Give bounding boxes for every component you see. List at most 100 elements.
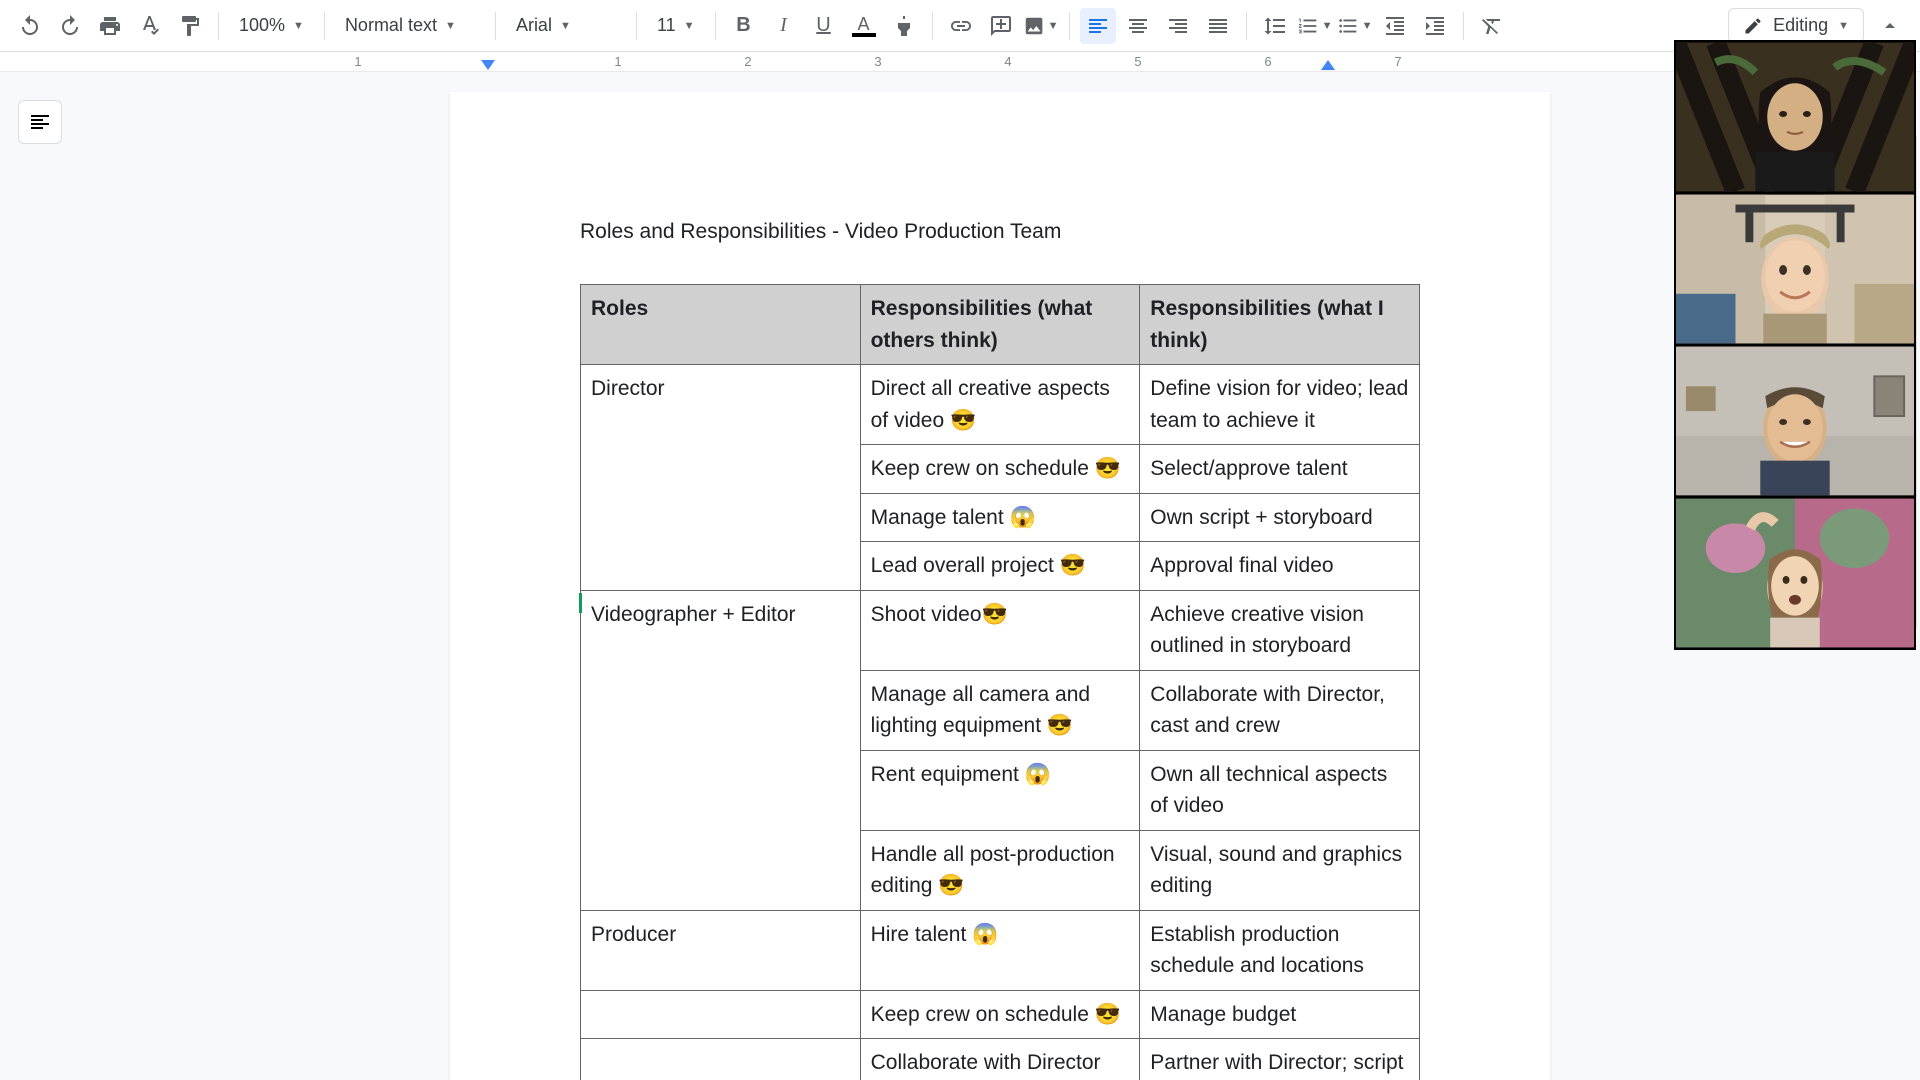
- document-title[interactable]: Roles and Responsibilities - Video Produ…: [580, 220, 1420, 244]
- table-cell[interactable]: Collaborate with Director and crew 😎: [860, 1039, 1140, 1080]
- ruler-tick: 3: [874, 54, 881, 69]
- mode-dropdown[interactable]: Editing ▼: [1728, 8, 1864, 43]
- ruler-tick: 2: [744, 54, 751, 69]
- table-row[interactable]: Collaborate with Director and crew 😎Part…: [581, 1039, 1420, 1080]
- header-mine[interactable]: Responsibilities (what I think): [1140, 285, 1420, 365]
- table-cell[interactable]: Establish production schedule and locati…: [1140, 910, 1420, 990]
- pencil-icon: [1743, 16, 1763, 36]
- header-roles[interactable]: Roles: [581, 285, 861, 365]
- table-cell[interactable]: Select/approve talent: [1140, 445, 1420, 494]
- ruler-tick: 7: [1394, 54, 1401, 69]
- separator: [1069, 12, 1070, 40]
- align-center-button[interactable]: [1120, 8, 1156, 44]
- style-value: Normal text: [345, 15, 437, 36]
- outline-icon: [28, 110, 52, 134]
- video-tile-2[interactable]: [1676, 194, 1914, 344]
- video-tile-1[interactable]: [1676, 42, 1914, 192]
- video-call-overlay[interactable]: [1674, 40, 1916, 650]
- image-button[interactable]: ▼: [1023, 8, 1059, 44]
- paint-format-button[interactable]: [172, 8, 208, 44]
- left-rail: [0, 72, 80, 1080]
- table-cell[interactable]: Hire talent 😱: [860, 910, 1140, 990]
- table-row[interactable]: DirectorDirect all creative aspects of v…: [581, 365, 1420, 445]
- table-row[interactable]: Keep crew on schedule 😎Manage budget: [581, 990, 1420, 1039]
- redo-button[interactable]: [52, 8, 88, 44]
- ruler-tick: 5: [1134, 54, 1141, 69]
- table-cell[interactable]: Define vision for video; lead team to ac…: [1140, 365, 1420, 445]
- link-button[interactable]: [943, 8, 979, 44]
- table-cell[interactable]: Producer: [581, 910, 861, 990]
- separator: [324, 12, 325, 40]
- bold-button[interactable]: B: [726, 8, 762, 44]
- roles-table[interactable]: Roles Responsibilities (what others thin…: [580, 284, 1420, 1080]
- page-area[interactable]: Roles and Responsibilities - Video Produ…: [80, 72, 1920, 1080]
- video-tile-4[interactable]: [1676, 498, 1914, 648]
- page[interactable]: Roles and Responsibilities - Video Produ…: [450, 92, 1550, 1080]
- caret-icon: ▼: [1322, 20, 1333, 32]
- numbered-list-button[interactable]: ▼: [1297, 8, 1333, 44]
- comment-button[interactable]: [983, 8, 1019, 44]
- align-left-button[interactable]: [1080, 8, 1116, 44]
- table-cell[interactable]: Own all technical aspects of video: [1140, 750, 1420, 830]
- table-cell[interactable]: Director: [581, 365, 861, 591]
- table-cell[interactable]: Manage talent 😱: [860, 493, 1140, 542]
- caret-icon: ▼: [1048, 20, 1059, 32]
- zoom-dropdown[interactable]: 100% ▼: [229, 8, 314, 44]
- table-cell[interactable]: Shoot video😎: [860, 590, 1140, 670]
- indent-marker-end[interactable]: [1321, 60, 1335, 70]
- table-cell[interactable]: Lead overall project 😎: [860, 542, 1140, 591]
- fontsize-value: 11: [657, 15, 676, 36]
- text-color-button[interactable]: A: [846, 8, 882, 44]
- undo-button[interactable]: [12, 8, 48, 44]
- table-cell[interactable]: Collaborate with Director, cast and crew: [1140, 670, 1420, 750]
- underline-button[interactable]: U: [806, 8, 842, 44]
- header-others[interactable]: Responsibilities (what others think): [860, 285, 1140, 365]
- ruler-tick: 4: [1004, 54, 1011, 69]
- style-dropdown[interactable]: Normal text▼: [335, 8, 485, 44]
- table-cell[interactable]: Keep crew on schedule 😎: [860, 990, 1140, 1039]
- indent-marker-start[interactable]: [481, 60, 495, 70]
- mode-label: Editing: [1773, 15, 1828, 36]
- table-cell[interactable]: Own script + storyboard: [1140, 493, 1420, 542]
- clear-format-button[interactable]: [1474, 8, 1510, 44]
- indent-decrease-button[interactable]: [1377, 8, 1413, 44]
- zoom-value: 100%: [239, 15, 285, 36]
- ruler-tick: 6: [1264, 54, 1271, 69]
- ruler: 1 1 2 3 4 5 6 7: [0, 52, 1920, 72]
- table-cell[interactable]: Manage all camera and lighting equipment…: [860, 670, 1140, 750]
- italic-button[interactable]: I: [766, 8, 802, 44]
- indent-increase-button[interactable]: [1417, 8, 1453, 44]
- print-button[interactable]: [92, 8, 128, 44]
- table-cell[interactable]: Keep crew on schedule 😎: [860, 445, 1140, 494]
- separator: [495, 12, 496, 40]
- highlight-button[interactable]: [886, 8, 922, 44]
- align-justify-button[interactable]: [1200, 8, 1236, 44]
- table-row[interactable]: Videographer + EditorShoot video😎Achieve…: [581, 590, 1420, 670]
- table-cell[interactable]: [581, 1039, 861, 1080]
- table-cell[interactable]: Videographer + Editor: [581, 590, 861, 910]
- font-dropdown[interactable]: Arial▼: [506, 8, 626, 44]
- table-cell[interactable]: Approval final video: [1140, 542, 1420, 591]
- table-cell[interactable]: Direct all creative aspects of video 😎: [860, 365, 1140, 445]
- table-cell[interactable]: Partner with Director; script doctor: [1140, 1039, 1420, 1080]
- fontsize-dropdown[interactable]: 11▼: [647, 8, 705, 44]
- align-right-button[interactable]: [1160, 8, 1196, 44]
- table-cell[interactable]: Achieve creative vision outlined in stor…: [1140, 590, 1420, 670]
- caret-icon: ▼: [560, 20, 571, 32]
- caret-icon: ▼: [1362, 20, 1373, 32]
- bullet-list-button[interactable]: ▼: [1337, 8, 1373, 44]
- table-cell[interactable]: Rent equipment 😱: [860, 750, 1140, 830]
- caret-icon: ▼: [293, 20, 304, 32]
- table-cell[interactable]: Visual, sound and graphics editing: [1140, 830, 1420, 910]
- outline-button[interactable]: [18, 100, 62, 144]
- table-cell[interactable]: [581, 990, 861, 1039]
- caret-icon: ▼: [1838, 20, 1849, 32]
- spellcheck-button[interactable]: [132, 8, 168, 44]
- toolbar: 100%▼ Normal text▼ Arial▼ 11▼ B I U A ▼ …: [0, 0, 1920, 52]
- collapse-button[interactable]: [1872, 8, 1908, 44]
- table-row[interactable]: ProducerHire talent 😱Establish productio…: [581, 910, 1420, 990]
- table-cell[interactable]: Handle all post-production editing 😎: [860, 830, 1140, 910]
- video-tile-3[interactable]: [1676, 346, 1914, 496]
- table-cell[interactable]: Manage budget: [1140, 990, 1420, 1039]
- line-spacing-button[interactable]: [1257, 8, 1293, 44]
